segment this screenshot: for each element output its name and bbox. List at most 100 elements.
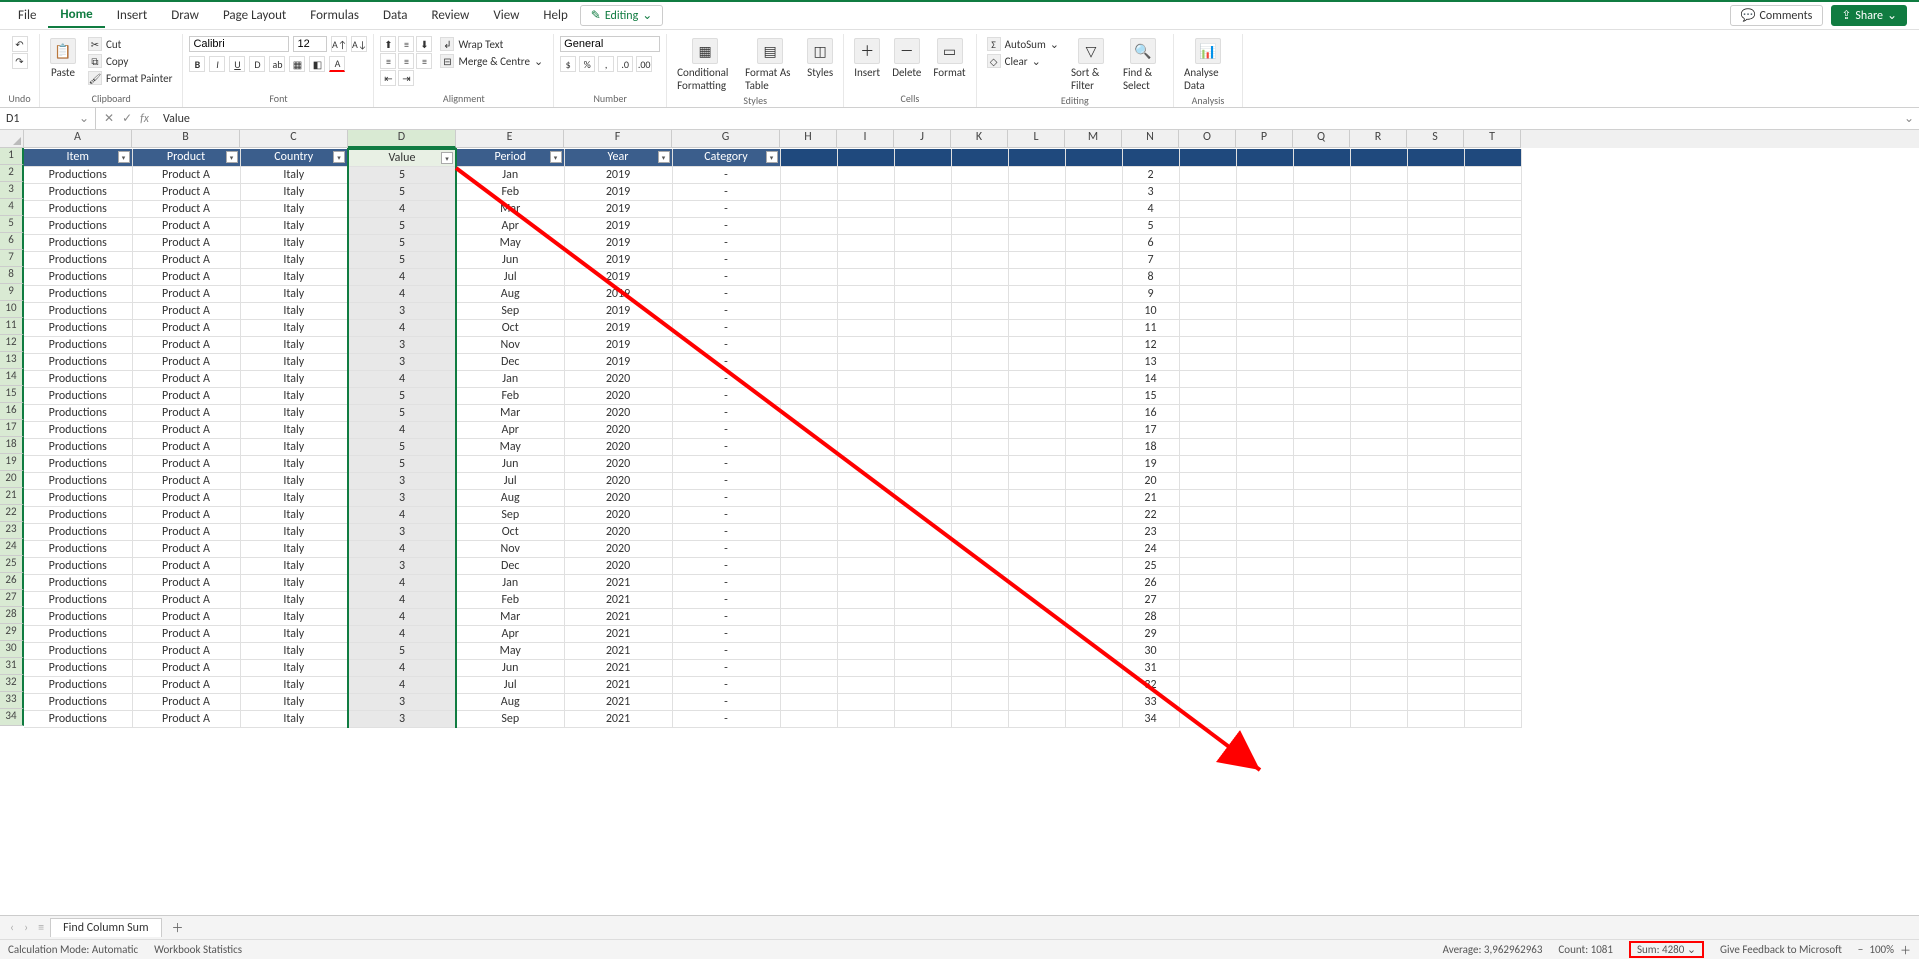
cell[interactable]: 29 — [1122, 625, 1179, 642]
cell[interactable]: 7 — [1122, 251, 1179, 268]
cell[interactable] — [1293, 608, 1350, 625]
cell[interactable] — [1065, 506, 1122, 523]
cell[interactable]: Product A — [132, 642, 240, 659]
cell[interactable] — [894, 676, 951, 693]
double-underline-button[interactable]: D — [249, 56, 265, 72]
row-header[interactable]: 23 — [0, 522, 24, 539]
cell[interactable]: Productions — [24, 200, 132, 217]
cell[interactable]: Productions — [24, 166, 132, 183]
cell[interactable] — [1464, 540, 1521, 557]
cell[interactable] — [1236, 676, 1293, 693]
cell[interactable]: 2020 — [564, 523, 672, 540]
cell[interactable] — [1008, 438, 1065, 455]
cell[interactable]: Productions — [24, 642, 132, 659]
cell[interactable] — [894, 370, 951, 387]
cell[interactable] — [1293, 591, 1350, 608]
cell[interactable]: Productions — [24, 251, 132, 268]
cell[interactable]: Italy — [240, 557, 348, 574]
cell[interactable] — [1008, 608, 1065, 625]
cell[interactable]: Productions — [24, 404, 132, 421]
cell[interactable] — [1407, 353, 1464, 370]
cell[interactable] — [780, 591, 837, 608]
cell[interactable] — [837, 591, 894, 608]
cell[interactable] — [1065, 659, 1122, 676]
cell[interactable] — [1236, 387, 1293, 404]
tab-page-layout[interactable]: Page Layout — [211, 4, 298, 27]
cell[interactable] — [1065, 557, 1122, 574]
cell[interactable] — [951, 608, 1008, 625]
cell[interactable] — [1350, 438, 1407, 455]
cell[interactable]: 20 — [1122, 472, 1179, 489]
cell[interactable] — [894, 608, 951, 625]
cell[interactable] — [1407, 234, 1464, 251]
cell[interactable] — [894, 166, 951, 183]
cell[interactable]: 4 — [348, 285, 456, 302]
cell[interactable] — [1407, 676, 1464, 693]
row-header[interactable]: 20 — [0, 471, 24, 488]
cell[interactable]: May — [456, 438, 564, 455]
cell[interactable]: Italy — [240, 608, 348, 625]
sort-filter-button[interactable]: ▽Sort & Filter — [1067, 36, 1115, 94]
cell[interactable]: Productions — [24, 336, 132, 353]
header-cell[interactable]: Period▾ — [456, 149, 564, 166]
tab-file[interactable]: File — [6, 4, 48, 27]
cell[interactable]: 3 — [348, 693, 456, 710]
cell[interactable]: 2020 — [564, 370, 672, 387]
cell[interactable] — [1179, 659, 1236, 676]
cell[interactable]: May — [456, 642, 564, 659]
cell[interactable] — [1179, 438, 1236, 455]
cell[interactable] — [1179, 183, 1236, 200]
cell[interactable]: Dec — [456, 557, 564, 574]
cell[interactable]: May — [456, 234, 564, 251]
cell[interactable] — [1179, 268, 1236, 285]
cell[interactable]: - — [672, 217, 780, 234]
cell[interactable] — [837, 268, 894, 285]
cell[interactable] — [837, 608, 894, 625]
cell[interactable]: Product A — [132, 489, 240, 506]
cell[interactable] — [1464, 234, 1521, 251]
row-header[interactable]: 25 — [0, 556, 24, 573]
cell[interactable] — [1293, 489, 1350, 506]
cell[interactable] — [1464, 438, 1521, 455]
cell[interactable] — [951, 676, 1008, 693]
cell[interactable] — [1350, 642, 1407, 659]
cell[interactable] — [1065, 404, 1122, 421]
cell[interactable]: Italy — [240, 319, 348, 336]
cell[interactable]: Productions — [24, 217, 132, 234]
cell[interactable] — [837, 676, 894, 693]
cell[interactable]: 34 — [1122, 710, 1179, 727]
merge-centre-button[interactable]: ⊟Merge & Centre⌄ — [436, 53, 547, 69]
tab-view[interactable]: View — [481, 4, 531, 27]
cell[interactable] — [1293, 557, 1350, 574]
cell[interactable] — [1008, 251, 1065, 268]
filter-button[interactable]: ▾ — [333, 151, 345, 163]
cell[interactable] — [1236, 472, 1293, 489]
cell[interactable]: - — [672, 319, 780, 336]
cell[interactable] — [951, 217, 1008, 234]
status-count[interactable]: Count: 1081 — [1558, 943, 1613, 956]
cell[interactable] — [1065, 336, 1122, 353]
cell[interactable] — [1407, 591, 1464, 608]
cell[interactable]: - — [672, 387, 780, 404]
cell[interactable]: - — [672, 540, 780, 557]
cell[interactable] — [1350, 472, 1407, 489]
row-header[interactable]: 17 — [0, 420, 24, 437]
filter-button[interactable]: ▾ — [441, 152, 453, 164]
cell[interactable] — [951, 659, 1008, 676]
cell[interactable]: 3 — [348, 489, 456, 506]
cell[interactable]: Product A — [132, 523, 240, 540]
col-header-N[interactable]: N — [1122, 130, 1179, 148]
cell[interactable]: 12 — [1122, 336, 1179, 353]
cell[interactable] — [1464, 302, 1521, 319]
cell[interactable] — [1065, 234, 1122, 251]
cell[interactable] — [1464, 625, 1521, 642]
cell[interactable]: Italy — [240, 659, 348, 676]
cell[interactable] — [780, 166, 837, 183]
find-select-button[interactable]: 🔍Find & Select — [1119, 36, 1167, 94]
header-cell[interactable] — [951, 149, 1008, 166]
cell[interactable] — [1293, 438, 1350, 455]
cell[interactable]: Italy — [240, 591, 348, 608]
cell[interactable] — [1008, 540, 1065, 557]
cell[interactable] — [1065, 608, 1122, 625]
cell[interactable] — [1236, 438, 1293, 455]
